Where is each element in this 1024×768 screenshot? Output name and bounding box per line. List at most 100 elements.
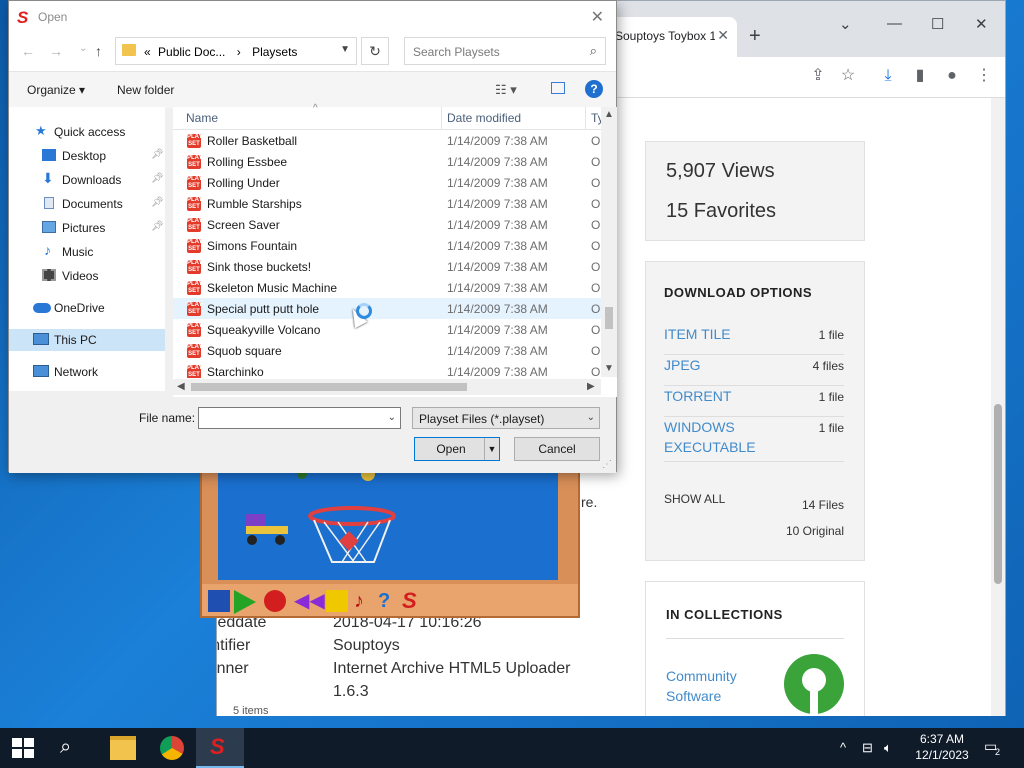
open-button[interactable]: Open ▼ xyxy=(414,437,500,461)
column-divider[interactable] xyxy=(585,107,586,129)
file-row[interactable]: PLAY SET Squeakyville Volcano 1/14/2009 … xyxy=(173,319,601,340)
chrome-icon[interactable] xyxy=(160,736,184,760)
download-option-row[interactable]: TORRENT 1 file xyxy=(664,386,844,417)
nav-item-documents[interactable]: Documents 📌︎ xyxy=(9,193,165,215)
forward-arrow-icon[interactable]: → xyxy=(49,43,63,59)
column-header-date[interactable]: Date modified xyxy=(447,111,521,125)
file-row[interactable]: PLAY SET Rolling Under 1/14/2009 7:38 AM… xyxy=(173,172,601,193)
open-options-chevron-icon[interactable]: ▼ xyxy=(484,438,499,460)
file-row[interactable]: PLAY SET Rumble Starships 1/14/2009 7:38… xyxy=(173,193,601,214)
vertical-scrollbar[interactable]: ▲ ▼ xyxy=(601,107,617,377)
collection-link[interactable]: Community Software xyxy=(666,666,766,706)
close-icon[interactable]: ✕ xyxy=(591,7,604,27)
path-segment[interactable]: Playsets xyxy=(252,45,297,59)
file-row[interactable]: PLAY SET Simons Fountain 1/14/2009 7:38 … xyxy=(173,235,601,256)
download-option-row[interactable]: ITEM TILE 1 file xyxy=(664,324,844,355)
file-row[interactable]: PLAY SET Sink those buckets! 1/14/2009 7… xyxy=(173,256,601,277)
open-source-logo-icon[interactable] xyxy=(784,654,844,714)
up-arrow-icon[interactable]: ↑ xyxy=(95,43,102,59)
address-bar[interactable]: « Public Doc... › Playsets ▼ xyxy=(115,37,357,65)
organize-button[interactable]: Organize ▾ xyxy=(27,83,85,97)
nav-item-desktop[interactable]: Desktop 📌︎ xyxy=(9,145,165,167)
file-row[interactable]: PLAY SET Skeleton Music Machine 1/14/200… xyxy=(173,277,601,298)
minimize-icon[interactable]: — xyxy=(887,15,902,32)
scrollbar-thumb[interactable] xyxy=(191,383,467,391)
page-scrollbar[interactable] xyxy=(991,98,1005,716)
nav-item-pictures[interactable]: Pictures 📌︎ xyxy=(9,217,165,239)
new-tab-icon[interactable]: + xyxy=(749,25,761,48)
share-icon[interactable]: ⇪ xyxy=(807,65,829,87)
refresh-icon[interactable]: ↻ xyxy=(361,37,389,65)
scrollbar-thumb[interactable] xyxy=(994,404,1002,584)
download-option-name[interactable]: JPEG xyxy=(664,355,701,375)
scroll-left-icon[interactable]: ◀ xyxy=(177,381,185,392)
back-arrow-icon[interactable]: ← xyxy=(21,43,35,59)
path-overflow[interactable]: « xyxy=(144,45,151,59)
nav-item-videos[interactable]: Videos xyxy=(9,265,165,287)
search-icon[interactable]: ⌕ xyxy=(60,736,86,760)
resize-grip-icon[interactable]: ⋰ xyxy=(602,459,612,470)
tab-search-icon[interactable]: ⌄ xyxy=(839,15,852,33)
nav-item-onedrive[interactable]: OneDrive xyxy=(9,297,165,319)
nav-item-quick-access[interactable]: ★ Quick access xyxy=(9,121,165,143)
view-options-icon[interactable]: ☷ ▾ xyxy=(495,82,517,98)
file-row[interactable]: PLAY SET Screen Saver 1/14/2009 7:38 AM … xyxy=(173,214,601,235)
nav-item-music[interactable]: ♪ Music xyxy=(9,241,165,263)
recent-locations-icon[interactable]: ⌄ xyxy=(79,43,87,54)
metadata-value: Souptoys xyxy=(333,637,400,654)
network-status-icon[interactable]: ⊟ xyxy=(862,740,873,756)
file-row-hovered[interactable]: PLAY SET Special putt putt hole 1/14/200… xyxy=(173,298,601,319)
path-segment[interactable]: Public Doc... xyxy=(158,45,225,59)
new-folder-button[interactable]: New folder xyxy=(117,83,174,97)
clock[interactable]: 6:37 AM 12/1/2023 xyxy=(906,731,978,763)
file-row[interactable]: PLAY SET Squob square 1/14/2009 7:38 AM … xyxy=(173,340,601,361)
maximize-icon[interactable]: ☐ xyxy=(931,15,944,33)
chevron-down-icon[interactable]: ⌄ xyxy=(388,412,396,423)
scrollbar-thumb[interactable] xyxy=(605,307,613,329)
chevron-down-icon[interactable]: ⌄ xyxy=(587,412,595,423)
profile-avatar-icon[interactable]: ● xyxy=(941,65,963,87)
file-name: Sink those buckets! xyxy=(207,260,312,274)
download-icon[interactable]: ⤓ xyxy=(877,65,899,87)
preview-pane-icon[interactable] xyxy=(551,82,565,94)
bookmark-star-icon[interactable]: ☆ xyxy=(837,65,859,87)
file-explorer-icon[interactable] xyxy=(110,736,136,760)
horizontal-scrollbar[interactable]: ◀ ▶ xyxy=(173,379,601,395)
file-date: 1/14/2009 7:38 AM xyxy=(447,218,548,232)
souptoys-taskbar-button[interactable]: S xyxy=(196,728,244,768)
download-option-row[interactable]: WINDOWS EXECUTABLE 1 file xyxy=(664,417,844,462)
scroll-right-icon[interactable]: ▶ xyxy=(587,381,595,392)
chevron-down-icon[interactable]: ▼ xyxy=(340,44,350,55)
search-input[interactable]: Search Playsets ⌕ xyxy=(404,37,606,65)
file-type-filter[interactable]: Playset Files (*.playset) ⌄ xyxy=(412,407,600,429)
file-row[interactable]: PLAY SET Starchinko 1/14/2009 7:38 AM O xyxy=(173,361,601,378)
download-option-name[interactable]: WINDOWS EXECUTABLE xyxy=(664,417,774,457)
download-option-name[interactable]: ITEM TILE xyxy=(664,324,731,344)
file-name-input[interactable]: ⌄ xyxy=(198,407,401,429)
column-divider[interactable] xyxy=(441,107,442,129)
nav-label: Videos xyxy=(62,269,99,283)
download-option-row[interactable]: JPEG 4 files xyxy=(664,355,844,386)
file-row[interactable]: PLAY SET Roller Basketball 1/14/2009 7:3… xyxy=(173,130,601,151)
close-tab-icon[interactable]: ✕ xyxy=(717,27,729,44)
scroll-down-icon[interactable]: ▼ xyxy=(604,363,614,374)
menu-kebab-icon[interactable]: ⋮ xyxy=(973,65,995,87)
windows-start-icon[interactable] xyxy=(12,738,34,758)
close-window-icon[interactable]: ✕ xyxy=(975,15,988,33)
file-row[interactable]: PLAY SET Rolling Essbee 1/14/2009 7:38 A… xyxy=(173,151,601,172)
side-panel-icon[interactable]: ▮ xyxy=(909,65,931,87)
show-all-link[interactable]: SHOW ALL xyxy=(664,492,725,506)
notifications-icon[interactable]: ▭ 2 xyxy=(984,736,1004,757)
nav-item-this-pc[interactable]: This PC xyxy=(9,329,165,351)
file-name: Starchinko xyxy=(207,365,264,378)
volume-muted-icon[interactable]: 🔈︎ xyxy=(884,740,892,756)
scroll-up-icon[interactable]: ▲ xyxy=(604,109,614,120)
column-header-name[interactable]: Name xyxy=(186,111,218,125)
help-icon[interactable]: ? xyxy=(585,80,603,98)
download-option-name[interactable]: TORRENT xyxy=(664,386,731,406)
browser-tab[interactable]: Souptoys Toybox 1.6 ✕ xyxy=(609,17,737,57)
cancel-button[interactable]: Cancel xyxy=(514,437,600,461)
nav-item-network[interactable]: Network xyxy=(9,361,165,383)
nav-item-downloads[interactable]: ⬇ Downloads 📌︎ xyxy=(9,169,165,191)
chevron-up-icon[interactable]: ^ xyxy=(840,740,846,755)
